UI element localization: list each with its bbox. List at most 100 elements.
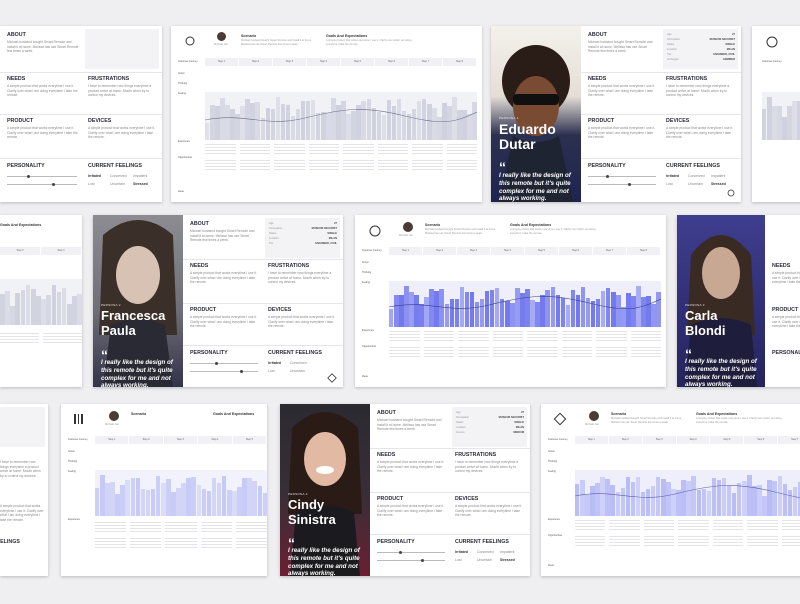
row-label: Ideas [548,564,554,567]
persona-last-name: Paula [101,323,136,338]
info-row: Age 27 [269,222,337,225]
emotion-curve [575,485,800,498]
feeling-bar [777,106,782,140]
stage-label: Step 4 [198,436,233,444]
row-label: Opportunities [362,345,377,348]
devices-heading: DEVICES [455,496,479,502]
stage-label: Step 3 [273,58,307,66]
needs-text: A simple product that works everytime I … [588,84,656,98]
journey-map: Michael Jan Scenario Goals And Expectati… [541,404,800,576]
stage-label: Step 5 [525,247,559,255]
feeling-word: Irritated [268,361,282,365]
info-row: Age 27 [667,33,735,36]
stage-label: Step 4 [307,58,341,66]
stage-label: Step 3 [643,436,677,444]
feeling-bar [191,477,196,516]
personality-heading: PERSONALITY [377,539,415,545]
feeling-bar [41,299,46,325]
journey-map: Goals And Expectations Step 3 Step 4 [0,215,82,387]
feeling-bar [120,485,125,516]
personality-heading: PERSONALITY [7,163,45,169]
feeling-bar [20,290,26,325]
feelings-heading: CURRENT FEELINGS [268,350,322,356]
product-heading: PRODUCT [588,118,615,124]
feeling-bar [262,493,267,516]
notes-row [205,160,477,170]
product-text: A simple product that works everytime I … [588,126,656,140]
feeling-word: Uncertain [477,558,492,562]
frustrations-text: I have to remember new things everytime … [455,460,519,474]
devices-heading: DEVICES [666,118,690,124]
feeling-bars [762,92,800,140]
persona-quote: I really like the design of this remote … [288,547,360,576]
persona-quote: I really like the design of this remote … [101,359,173,387]
persona-photo: PERSONA 4 Cindy Sinistra “ I really like… [280,404,370,576]
product-text: A simple product that works everytime I … [772,315,800,329]
notes-row [575,536,800,546]
info-row: Location MILAN [667,48,735,51]
stage-label: Step 3 [457,247,491,255]
feeling-bar [782,117,787,140]
stage-label: Step 2 [609,436,643,444]
avatar [109,411,119,421]
goals-text: A simple product that works everytime I … [510,228,596,235]
stage-label: Step 5 [233,436,267,444]
feeling-bar [36,296,41,325]
stage-label: Step 8 [627,247,661,255]
row-label: Action [68,450,75,453]
feeling-bar [105,482,110,516]
devices-text: A simple product that works everytime I … [268,315,336,329]
feeling-bar [161,483,166,516]
row-label: Action [362,261,369,264]
feelings-heading: CURRENT FEELINGS [0,539,20,545]
devices-text: A simple product that works everytime I … [455,504,523,518]
feeling-word: Lost [88,182,95,186]
feeling-bar [30,289,36,325]
needs-heading: NEEDS [772,263,791,269]
stage-label: Step 2 [423,247,457,255]
product-heading: PRODUCT [190,307,217,313]
info-row: Archetype ADMIRER [667,58,735,61]
feeling-bar [51,284,57,325]
notes-row [575,520,800,530]
about-heading: ABOUT [588,32,607,38]
feelings-heading: CURRENT FEELINGS [455,539,509,545]
goals-heading: Goals And Expectations [696,412,738,416]
feeling-bar [221,476,227,516]
feeling-bar [25,285,31,325]
feeling-bar [150,489,156,516]
feelings-heading: CURRENT FEELINGS [666,163,720,169]
goals-heading: Goals And Expectations [213,412,255,416]
journey-label: Customer Journey [762,60,782,63]
scenario-heading: Scenario [611,412,627,416]
feeling-bar [762,109,767,140]
stage-label: Step 1 [95,436,130,444]
frustrations-heading: FRUSTRATIONS [455,452,497,458]
feeling-bar [181,483,186,516]
personality-slider [377,559,445,562]
row-label: Action [178,72,185,75]
feeling-bar [56,291,62,325]
info-row: Income MEDIUM [456,431,524,434]
journey-label: Customer Journey [362,249,382,252]
about-heading: ABOUT [190,221,209,227]
logo-circle-icon [369,225,381,237]
feeling-bar [242,477,247,516]
notes-row [95,522,267,532]
logo-circle-icon [727,189,735,197]
stage-label: Step 5 [341,58,375,66]
scenario-text: Michael husband bought Smart Remote and … [611,417,682,424]
frustrations-heading: FRUSTRATIONS [88,76,130,82]
feeling-bar [115,494,120,516]
product-heading: PRODUCT [772,307,799,313]
feeling-bar [135,478,141,516]
profile-panel: ABOUT Michael husband bought Smart Remot… [581,26,741,202]
row-label: Feeling [178,92,186,95]
frustrations-text: I have to remember new things everytime … [0,460,41,478]
product-text: A simple product that works everytime I … [190,315,258,329]
row-label: Feeling [548,470,556,473]
profile-panel: NEEDS A simple product that works everyt… [765,215,800,387]
journey-label: Customer Journey [68,438,88,441]
goals-heading: Goals And Expectations [326,34,368,38]
stage-label: Step 6 [559,247,593,255]
